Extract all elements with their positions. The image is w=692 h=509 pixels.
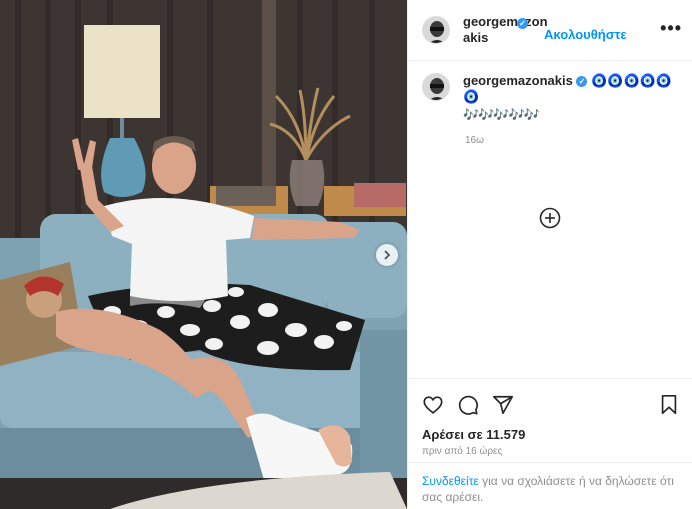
- carousel-next-button[interactable]: [376, 244, 398, 266]
- post-photo[interactable]: [0, 0, 407, 509]
- avatar-image: [423, 74, 449, 100]
- share-button[interactable]: [492, 394, 514, 416]
- likes-count[interactable]: Αρέσει σε 11.579: [422, 427, 679, 442]
- post-timestamp[interactable]: πριν από 16 ώρες: [422, 446, 679, 457]
- more-options-button[interactable]: •••: [660, 18, 682, 39]
- login-prompt: Συνδεθείτε για να σχολιάσετε ή να δηλώσε…: [408, 462, 692, 509]
- post-side-panel: georgemazon akis ✓ Ακολουθήστε ••• georg…: [407, 0, 692, 509]
- comment-button[interactable]: [457, 394, 479, 416]
- plus-circle-icon: [539, 207, 561, 229]
- load-more-comments-button[interactable]: [539, 207, 561, 229]
- action-icons: [422, 393, 679, 417]
- follow-button[interactable]: Ακολουθήστε: [544, 27, 627, 42]
- save-button[interactable]: [659, 394, 679, 416]
- bookmark-icon: [661, 395, 677, 415]
- comments-area: georgemazonakis ✓ 🧿🧿🧿🧿🧿🧿 🎶🎶🎶🎶🎶 16ω: [408, 61, 692, 377]
- heart-icon: [423, 396, 443, 414]
- like-button[interactable]: [422, 394, 444, 416]
- post-actions: Αρέσει σε 11.579 πριν από 16 ώρες: [408, 378, 692, 457]
- caption-text: georgemazonakis ✓ 🧿🧿🧿🧿🧿🧿 🎶🎶🎶🎶🎶: [463, 73, 678, 123]
- caption-age: 16ω: [465, 135, 484, 146]
- avatar[interactable]: [422, 16, 450, 44]
- chevron-right-icon: [384, 250, 391, 260]
- caption-emoji-notes: 🎶🎶🎶🎶🎶: [463, 107, 540, 122]
- post-header: georgemazon akis ✓ Ακολουθήστε •••: [408, 0, 692, 61]
- username-part-1: georgemazon: [463, 14, 548, 29]
- verified-badge-icon: ✓: [576, 76, 588, 87]
- caption-avatar[interactable]: [422, 73, 450, 101]
- login-link[interactable]: Συνδεθείτε: [422, 474, 479, 488]
- comment-icon: [458, 395, 478, 415]
- photo-illustration: [0, 0, 407, 509]
- caption-username[interactable]: georgemazonakis: [463, 73, 573, 88]
- avatar-image: [423, 17, 449, 43]
- verified-badge-icon: ✓: [517, 17, 528, 29]
- username-part-2: akis: [463, 30, 489, 45]
- caption-row: georgemazonakis ✓ 🧿🧿🧿🧿🧿🧿 🎶🎶🎶🎶🎶: [422, 73, 678, 123]
- header-username[interactable]: georgemazon akis: [463, 14, 548, 46]
- share-icon: [493, 395, 513, 415]
